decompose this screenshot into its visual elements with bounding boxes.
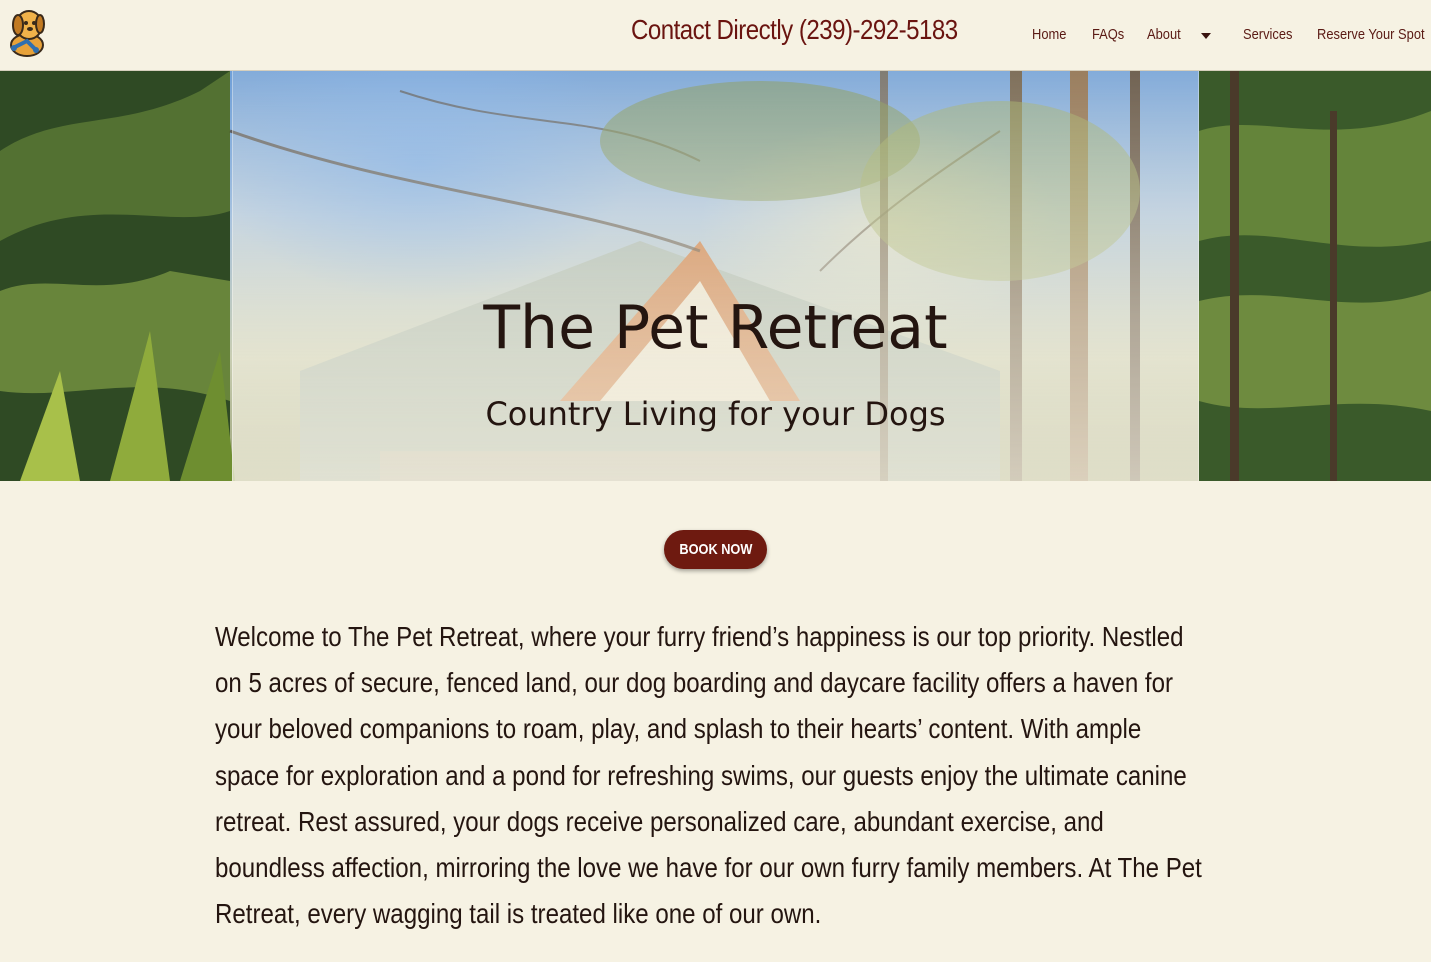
contact-phone-link[interactable]: Contact Directly (239)-292-5183	[631, 14, 958, 46]
nav-home[interactable]: Home	[1032, 26, 1066, 43]
welcome-paragraph: Welcome to The Pet Retreat, where your f…	[215, 621, 1202, 930]
about-dropdown-caret-icon[interactable]	[1201, 33, 1211, 39]
nav-services[interactable]: Services	[1243, 26, 1292, 43]
nav-reserve[interactable]: Reserve Your Spot	[1317, 26, 1425, 43]
dog-mascot-icon[interactable]	[5, 7, 49, 57]
nav-about[interactable]: About	[1147, 26, 1181, 43]
hero-title: The Pet Retreat	[483, 293, 948, 363]
book-now-label: BOOK NOW	[679, 541, 752, 558]
nav-faqs[interactable]: FAQs	[1092, 26, 1124, 43]
hero-subtitle: Country Living for your Dogs	[485, 395, 946, 433]
hero-banner: The Pet Retreat Country Living for your …	[0, 71, 1431, 481]
site-header: Contact Directly (239)-292-5183 Home FAQ…	[0, 0, 1431, 71]
book-now-button[interactable]: BOOK NOW	[664, 530, 767, 569]
